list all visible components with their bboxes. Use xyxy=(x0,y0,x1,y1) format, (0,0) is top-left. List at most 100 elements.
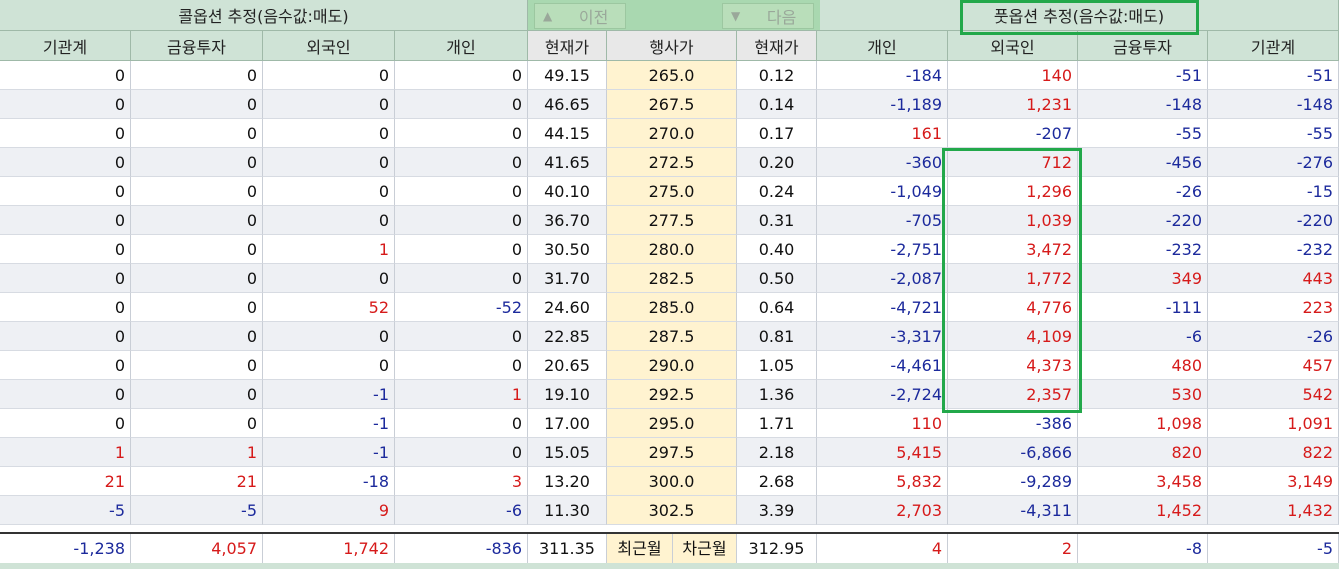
header-call-foreign[interactable]: 외국인 xyxy=(263,31,395,61)
cell-call-institution: 0 xyxy=(0,409,131,438)
cell-call-foreign: -18 xyxy=(263,467,395,496)
cell-put-individual: -2,087 xyxy=(817,264,948,293)
cell-put-foreign: 1,772 xyxy=(948,264,1078,293)
cell-call-foreign: 0 xyxy=(263,351,395,380)
put-section-title: 풋옵션 추정(음수값:매도) xyxy=(820,0,1339,31)
cell-put-finance: 530 xyxy=(1078,380,1208,409)
header-put-finance[interactable]: 금융투자 xyxy=(1078,31,1208,61)
cell-strike: 277.5 xyxy=(607,206,737,235)
cell-call-foreign: 0 xyxy=(263,206,395,235)
table-row[interactable]: 0 0 52 -52 24.60 285.0 0.64 -4,721 4,776 -111 223 xyxy=(0,293,1339,322)
table-row[interactable]: 0 0 0 0 44.15 270.0 0.17 161 -207 -55 -55 xyxy=(0,119,1339,148)
cell-call-price: 17.00 xyxy=(528,409,607,438)
cell-put-individual: 2,703 xyxy=(817,496,948,525)
cell-put-institution: -148 xyxy=(1208,90,1339,119)
cell-call-foreign: 52 xyxy=(263,293,395,322)
header-put-individual[interactable]: 개인 xyxy=(817,31,948,61)
cell-put-foreign: 712 xyxy=(948,148,1078,177)
cell-call-price: 15.05 xyxy=(528,438,607,467)
cell-call-institution: 0 xyxy=(0,235,131,264)
cell-put-finance: -111 xyxy=(1078,293,1208,322)
cell-call-individual: 0 xyxy=(395,148,528,177)
table-row[interactable]: 0 0 0 0 49.15 265.0 0.12 -184 140 -51 -51 xyxy=(0,61,1339,90)
cell-put-foreign: 1,039 xyxy=(948,206,1078,235)
cell-call-finance: 0 xyxy=(131,206,263,235)
cell-call-price: 13.20 xyxy=(528,467,607,496)
header-call-individual[interactable]: 개인 xyxy=(395,31,528,61)
cell-call-finance: 0 xyxy=(131,177,263,206)
cell-put-institution: -220 xyxy=(1208,206,1339,235)
footer-put-foreign: 2 xyxy=(948,534,1078,563)
table-row[interactable]: 0 0 0 0 36.70 277.5 0.31 -705 1,039 -220 -220 xyxy=(0,206,1339,235)
cell-call-individual: 0 xyxy=(395,177,528,206)
table-row[interactable]: 0 0 0 0 46.65 267.5 0.14 -1,189 1,231 -148 -148 xyxy=(0,90,1339,119)
table-row[interactable]: 0 0 0 0 20.65 290.0 1.05 -4,461 4,373 480 457 xyxy=(0,351,1339,380)
header-put-price[interactable]: 현재가 xyxy=(737,31,817,61)
cell-strike: 285.0 xyxy=(607,293,737,322)
cell-strike: 292.5 xyxy=(607,380,737,409)
cell-put-finance: -6 xyxy=(1078,322,1208,351)
table-row[interactable]: 0 0 0 0 40.10 275.0 0.24 -1,049 1,296 -26 -15 xyxy=(0,177,1339,206)
cell-call-institution: 0 xyxy=(0,264,131,293)
footer-call-institution: -1,238 xyxy=(0,534,131,563)
header-put-institution[interactable]: 기관계 xyxy=(1208,31,1339,61)
cell-put-price: 1.36 xyxy=(737,380,817,409)
cell-call-institution: 0 xyxy=(0,177,131,206)
cell-call-individual: 0 xyxy=(395,438,528,467)
prev-button[interactable]: ▲ 이전 xyxy=(534,3,626,29)
cell-put-finance: 3,458 xyxy=(1078,467,1208,496)
cell-call-price: 30.50 xyxy=(528,235,607,264)
header-call-finance[interactable]: 금융투자 xyxy=(131,31,263,61)
cell-call-individual: 0 xyxy=(395,322,528,351)
cell-call-finance: 0 xyxy=(131,293,263,322)
cell-call-finance: 0 xyxy=(131,148,263,177)
cell-put-price: 2.18 xyxy=(737,438,817,467)
cell-put-price: 0.12 xyxy=(737,61,817,90)
cell-put-foreign: 1,296 xyxy=(948,177,1078,206)
cell-call-price: 31.70 xyxy=(528,264,607,293)
header-call-institution[interactable]: 기관계 xyxy=(0,31,131,61)
cell-put-price: 0.81 xyxy=(737,322,817,351)
cell-put-individual: -2,724 xyxy=(817,380,948,409)
cell-call-institution: 21 xyxy=(0,467,131,496)
cell-call-institution: 0 xyxy=(0,206,131,235)
cell-put-individual: -2,751 xyxy=(817,235,948,264)
cell-put-price: 0.50 xyxy=(737,264,817,293)
cell-call-finance: 0 xyxy=(131,409,263,438)
bottom-strip xyxy=(0,563,1339,569)
next-button[interactable]: ▼ 다음 xyxy=(722,3,814,29)
header-put-foreign[interactable]: 외국인 xyxy=(948,31,1078,61)
cell-call-foreign: 0 xyxy=(263,61,395,90)
table-row[interactable]: 0 0 -1 0 17.00 295.0 1.71 110 -386 1,098 1,091 xyxy=(0,409,1339,438)
call-section-title: 콜옵션 추정(음수값:매도) xyxy=(0,0,528,31)
cell-put-foreign: -9,289 xyxy=(948,467,1078,496)
table-row[interactable]: 0 0 0 0 41.65 272.5 0.20 -360 712 -456 -276 xyxy=(0,148,1339,177)
cell-put-institution: -15 xyxy=(1208,177,1339,206)
cell-put-institution: 822 xyxy=(1208,438,1339,467)
cell-put-foreign: 4,109 xyxy=(948,322,1078,351)
cell-put-price: 0.64 xyxy=(737,293,817,322)
cell-put-finance: -26 xyxy=(1078,177,1208,206)
cell-put-institution: 1,432 xyxy=(1208,496,1339,525)
cell-call-individual: -6 xyxy=(395,496,528,525)
cell-call-finance: 0 xyxy=(131,235,263,264)
cell-put-foreign: 4,373 xyxy=(948,351,1078,380)
table-row[interactable]: -5 -5 9 -6 11.30 302.5 3.39 2,703 -4,311 1,452 1,4… xyxy=(0,496,1339,525)
table-row[interactable]: 21 21 -18 3 13.20 300.0 2.68 5,832 -9,289 3,458 3,… xyxy=(0,467,1339,496)
table-row[interactable]: 1 1 -1 0 15.05 297.5 2.18 5,415 -6,866 820 822 xyxy=(0,438,1339,467)
table-row[interactable]: 0 0 1 0 30.50 280.0 0.40 -2,751 3,472 -232 -232 xyxy=(0,235,1339,264)
footer-put-individual: 4 xyxy=(817,534,948,563)
cell-call-price: 11.30 xyxy=(528,496,607,525)
table-row[interactable]: 0 0 0 0 22.85 287.5 0.81 -3,317 4,109 -6 -26 xyxy=(0,322,1339,351)
cell-put-finance: -220 xyxy=(1078,206,1208,235)
header-call-price[interactable]: 현재가 xyxy=(528,31,607,61)
cell-call-institution: -5 xyxy=(0,496,131,525)
footer-call-price: 311.35 xyxy=(528,534,607,563)
table-row[interactable]: 0 0 0 0 31.70 282.5 0.50 -2,087 1,772 349 443 xyxy=(0,264,1339,293)
cell-call-foreign: 0 xyxy=(263,264,395,293)
table-row[interactable]: 0 0 -1 1 19.10 292.5 1.36 -2,724 2,357 530 542 xyxy=(0,380,1339,409)
cell-put-foreign: -207 xyxy=(948,119,1078,148)
cell-strike: 267.5 xyxy=(607,90,737,119)
header-strike[interactable]: 행사가 xyxy=(607,31,737,61)
cell-call-foreign: 9 xyxy=(263,496,395,525)
